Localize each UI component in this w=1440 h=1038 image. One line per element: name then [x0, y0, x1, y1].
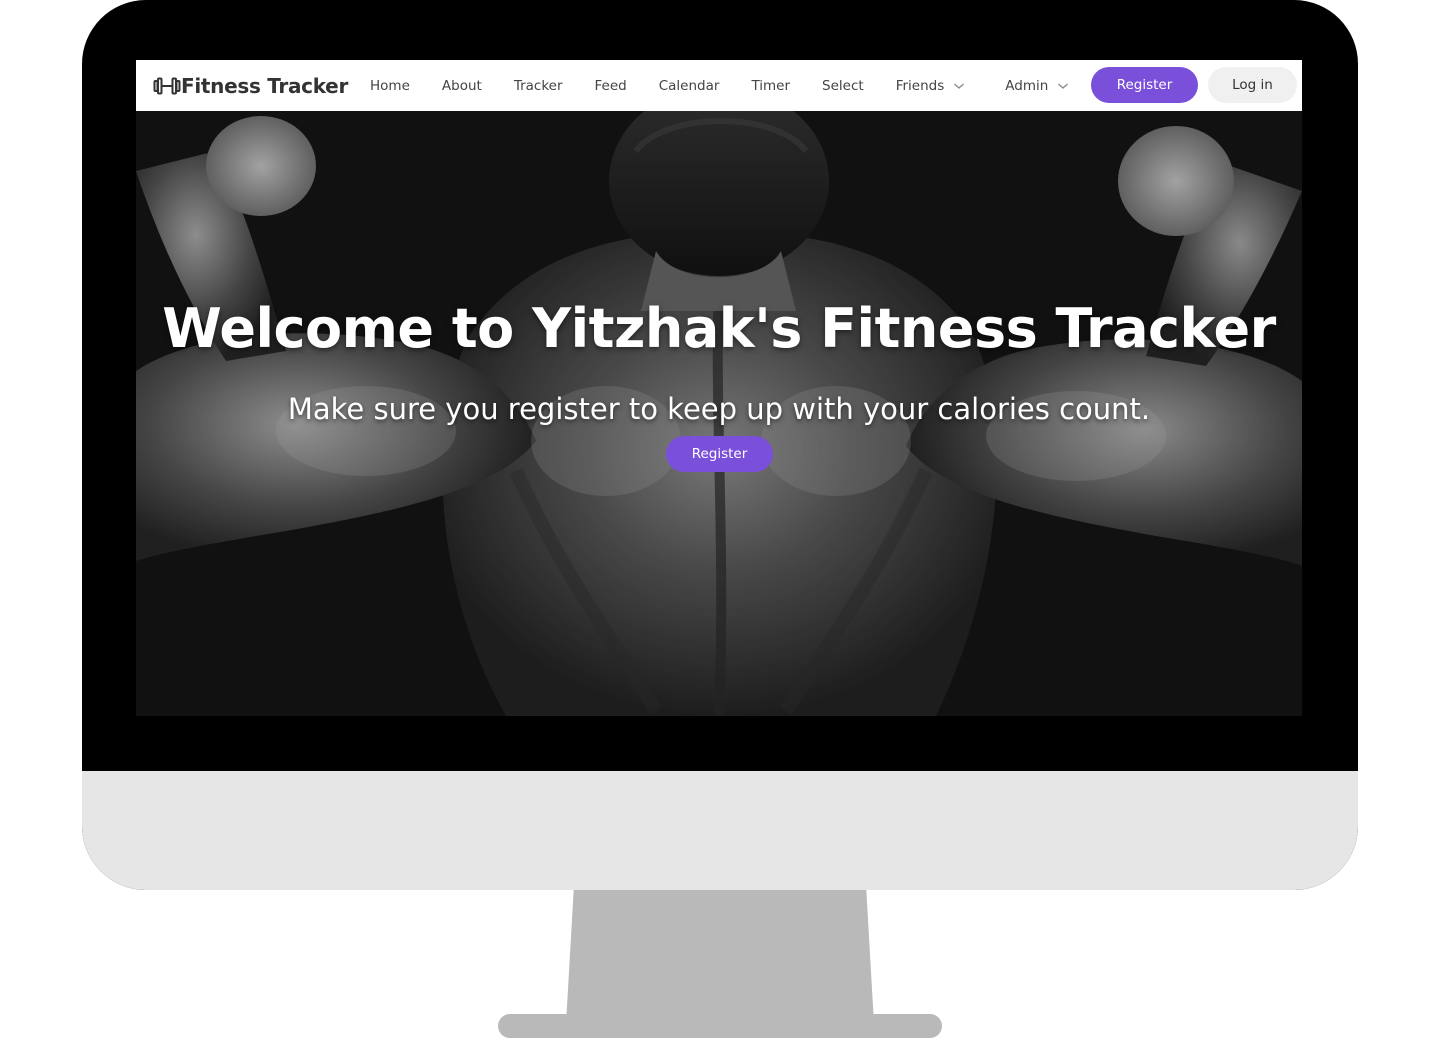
nav-about[interactable]: About: [442, 78, 482, 94]
hero-register-button[interactable]: Register: [666, 436, 773, 472]
monitor-chin: [82, 771, 1358, 890]
nav-home[interactable]: Home: [370, 78, 410, 94]
nav-timer[interactable]: Timer: [751, 78, 790, 94]
register-button[interactable]: Register: [1091, 67, 1198, 103]
nav-friends-label: Friends: [895, 77, 945, 94]
nav-friends-dropdown[interactable]: Friends: [896, 78, 966, 94]
hero-title: Welcome to Yitzhak's Fitness Tracker: [162, 297, 1276, 361]
hero-subtitle: Make sure you register to keep up with y…: [287, 392, 1151, 426]
nav-tracker[interactable]: Tracker: [514, 78, 563, 94]
nav-admin-label: Admin: [1005, 77, 1049, 94]
dumbbell-icon: [153, 77, 181, 94]
brand[interactable]: Fitness Tracker: [153, 60, 348, 111]
hero-section: Welcome to Yitzhak's Fitness Tracker Mak…: [136, 111, 1302, 716]
chevron-down-icon: [954, 83, 965, 89]
nav-menu: Home About Tracker Feed Calendar Timer S…: [370, 60, 1109, 111]
chevron-down-icon: [1058, 83, 1069, 89]
navbar: Fitness Tracker Home About Tracker Feed …: [136, 60, 1302, 111]
login-button[interactable]: Log in: [1208, 67, 1297, 103]
brand-name: Fitness Tracker: [181, 73, 349, 98]
nav-select[interactable]: Select: [822, 78, 864, 94]
monitor-stand-neck: [566, 890, 874, 1024]
nav-feed[interactable]: Feed: [595, 78, 627, 94]
screen: Fitness Tracker Home About Tracker Feed …: [136, 60, 1302, 716]
nav-admin-dropdown[interactable]: Admin: [1005, 78, 1069, 94]
nav-calendar[interactable]: Calendar: [659, 78, 720, 94]
monitor-stand-base: [498, 1014, 942, 1038]
